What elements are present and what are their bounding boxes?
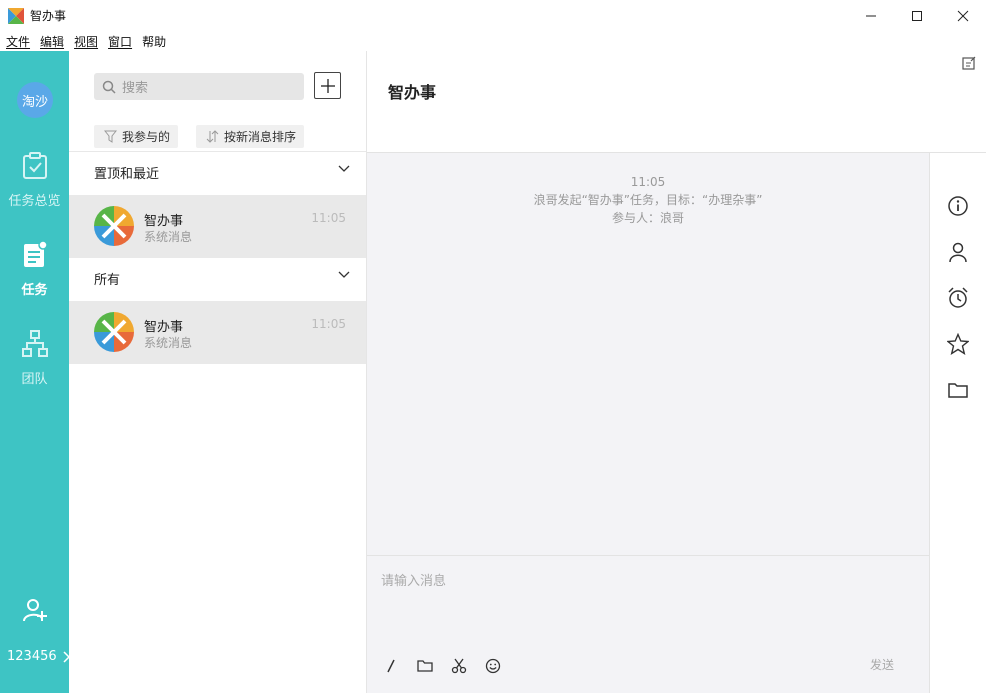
- conversation-time: 11:05: [311, 211, 346, 225]
- minimize-icon: [866, 15, 876, 16]
- rail-item-label: 任务总览: [8, 194, 61, 209]
- conversation-preview: 系统消息: [144, 230, 193, 244]
- slash-icon: [387, 659, 395, 673]
- zhibanshi-logo-icon: [94, 206, 134, 246]
- task-list-icon: [23, 241, 48, 267]
- list-item[interactable]: 智办事 系统消息 11:05: [69, 301, 366, 364]
- conversation-list-panel: 搜索 我参与的 按新消息排序 置顶和最近 智办事 系统消息 11:05 所有 智…: [69, 51, 367, 693]
- conversation-name: 智办事: [144, 214, 184, 229]
- add-button[interactable]: [314, 72, 341, 99]
- section-all[interactable]: 所有: [69, 258, 366, 298]
- compose-toolbar: [381, 656, 503, 676]
- section-title: 置顶和最近: [94, 166, 160, 182]
- compose-area[interactable]: 请输入消息 发送: [367, 555, 929, 693]
- sort-icon: [206, 130, 219, 143]
- system-message: 浪哥发起“智办事”任务，目标：“办理杂事”: [533, 193, 763, 207]
- rail-item-team[interactable]: 团队: [0, 330, 69, 387]
- conversation-name: 智办事: [144, 320, 184, 335]
- list-item[interactable]: 智办事 系统消息 11:05: [69, 195, 366, 258]
- side-toolbar: [929, 153, 986, 693]
- edit-note-icon[interactable]: [962, 56, 976, 70]
- filter-participating-button[interactable]: 我参与的: [94, 125, 179, 148]
- clipboard-check-icon: [22, 152, 47, 179]
- slash-command-button[interactable]: [381, 656, 401, 676]
- menu-file[interactable]: 文件: [6, 33, 30, 50]
- rail-item-label: 团队: [21, 372, 48, 387]
- message-input[interactable]: 请输入消息: [381, 570, 446, 589]
- app-logo-icon: [8, 7, 24, 24]
- section-pinned-recent[interactable]: 置顶和最近: [69, 152, 366, 192]
- message-time: 11:05: [630, 175, 666, 189]
- maximize-icon: [912, 10, 922, 21]
- close-icon: [957, 10, 969, 21]
- attach-folder-button[interactable]: [415, 656, 435, 676]
- org-chart-icon: [21, 330, 48, 357]
- sort-by-new-message-button[interactable]: 按新消息排序: [196, 125, 305, 148]
- screenshot-button[interactable]: [449, 656, 469, 676]
- minimize-button[interactable]: [848, 0, 894, 31]
- menu-edit[interactable]: 编辑: [40, 33, 64, 50]
- rail-item-task-overview[interactable]: 任务总览: [0, 152, 69, 209]
- filter-bar: 我参与的 按新消息排序: [69, 121, 366, 152]
- alarm-clock-icon[interactable]: [947, 287, 969, 309]
- chevron-down-icon: [338, 165, 350, 172]
- smiley-icon: [485, 658, 501, 674]
- plus-icon: [320, 78, 335, 93]
- system-message: 参与人：浪哥: [611, 211, 684, 225]
- star-icon[interactable]: [947, 333, 969, 355]
- filter-icon: [104, 130, 117, 143]
- avatar[interactable]: 淘沙: [17, 82, 53, 118]
- sort-label: 按新消息排序: [224, 130, 297, 144]
- conversation-preview: 系统消息: [144, 336, 193, 350]
- filter-label: 我参与的: [122, 130, 171, 144]
- chat-header: 智办事: [367, 51, 986, 153]
- search-placeholder: 搜索: [122, 81, 149, 96]
- user-id-link[interactable]: 123456: [7, 649, 71, 664]
- chat-title: 智办事: [388, 83, 437, 102]
- folder-icon: [417, 660, 433, 672]
- menu-bar: 文件 编辑 视图 窗口 帮助: [0, 31, 986, 51]
- user-id: 123456: [7, 649, 57, 664]
- scissors-icon: [451, 658, 467, 674]
- search-input[interactable]: 搜索: [94, 73, 304, 100]
- close-button[interactable]: [940, 0, 986, 31]
- send-button[interactable]: 发送: [870, 656, 894, 673]
- window-title: 智办事: [30, 9, 67, 23]
- section-title: 所有: [94, 272, 121, 288]
- menu-view[interactable]: 视图: [74, 33, 98, 50]
- member-icon[interactable]: [947, 241, 969, 263]
- folder-icon[interactable]: [947, 379, 969, 401]
- emoji-button[interactable]: [483, 656, 503, 676]
- left-nav-rail: 淘沙 任务总览 任务 团队 123456: [0, 51, 71, 693]
- menu-help[interactable]: 帮助: [142, 33, 166, 50]
- chevron-down-icon: [338, 271, 350, 278]
- add-user-icon[interactable]: [22, 597, 48, 623]
- search-icon: [102, 80, 116, 94]
- conversation-time: 11:05: [311, 317, 346, 331]
- info-icon[interactable]: [947, 195, 969, 217]
- zhibanshi-logo-icon: [94, 312, 134, 352]
- message-area: 11:05 浪哥发起“智办事”任务，目标：“办理杂事” 参与人：浪哥: [367, 153, 929, 555]
- menu-window[interactable]: 窗口: [108, 33, 132, 50]
- title-bar: 智办事: [0, 0, 986, 31]
- rail-item-label: 任务: [21, 283, 48, 298]
- maximize-button[interactable]: [894, 0, 940, 31]
- rail-item-tasks[interactable]: 任务: [0, 241, 69, 298]
